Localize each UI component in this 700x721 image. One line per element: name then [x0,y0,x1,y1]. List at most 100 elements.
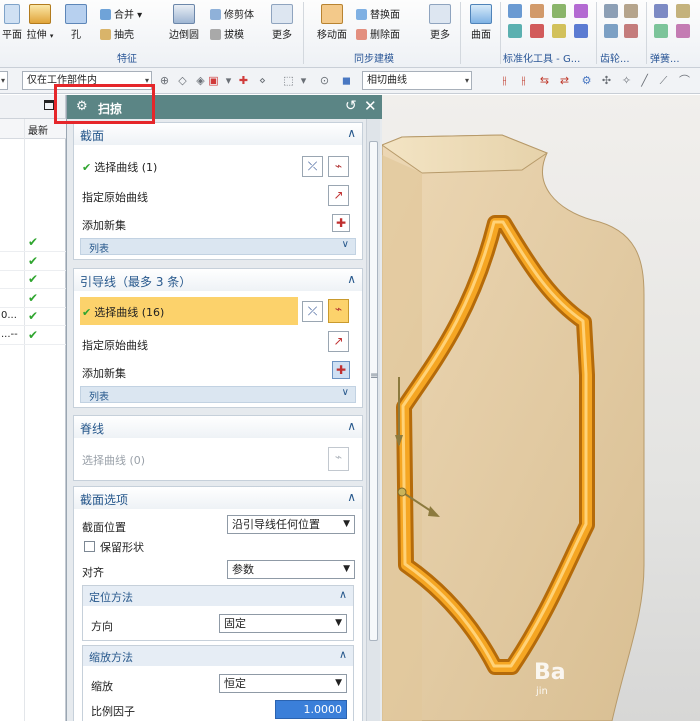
snap-point-icon[interactable]: ◇ [176,74,189,87]
snap-point-icon[interactable]: ◈ [194,74,207,87]
scrollbar-thumb[interactable] [369,141,378,641]
add-set-button[interactable]: ✚ [332,214,350,232]
collapse-icon[interactable]: ∧ [347,490,356,504]
snap-point-icon[interactable]: ✚ [237,74,250,87]
chevron-down-icon[interactable]: ▾ [222,74,235,87]
snap-point-icon[interactable]: ⊕ [158,74,171,87]
subsection-header[interactable]: 定位方法 ∧ [83,586,353,606]
scaling-method-group: 缩放方法 ∧ 缩放 恒定 ▼ 比例因子 1.0000 [82,645,354,721]
origin-curve-button[interactable]: ↗ [328,331,349,352]
rectangle-select-icon[interactable]: ⬚ [282,74,295,87]
delete-face-button[interactable]: 删除面 [356,26,400,41]
curve-tool-icon[interactable]: ⫲ [498,74,511,87]
curve-select-button[interactable]: ⌁ [328,299,349,323]
direction-select[interactable]: 固定 ▼ [219,614,347,633]
draft-button[interactable]: 拔模 [210,26,244,41]
curve-tool-icon[interactable]: ✣ [600,74,613,87]
hole-button[interactable]: 孔 [62,4,90,41]
origin-curve-button[interactable]: ↗ [328,185,349,206]
collapse-icon[interactable]: ∧ [339,588,347,601]
subsection-header[interactable]: 缩放方法 ∧ [83,646,353,666]
std-tool-icon[interactable] [530,24,544,38]
unite-button[interactable]: 合并 ▾ [100,6,142,21]
std-tool-icon[interactable] [530,4,544,18]
std-tool-icon[interactable] [508,4,522,18]
spring-tool-icon[interactable] [676,24,690,38]
more-button-2[interactable]: 更多 [426,4,454,41]
spring-tool-icon[interactable] [654,24,668,38]
reset-icon[interactable]: ↺ [345,98,357,114]
replace-face-button[interactable]: 替换面 [356,6,400,21]
collapse-icon[interactable]: ∧ [347,126,356,140]
maximize-icon[interactable] [44,100,54,110]
std-tool-icon[interactable] [508,24,522,38]
navigator-row[interactable]: ✔ [0,290,66,308]
scale-select[interactable]: 恒定 ▼ [219,674,347,693]
section-header[interactable]: 引导线（最多 3 条） ∧ [74,269,362,291]
reverse-direction-button[interactable]: ⤫ [302,301,323,322]
select-curve-row[interactable]: ✔ 选择曲线 (1) [82,159,157,175]
extrude-button[interactable]: 拉伸 ▾ [26,4,54,41]
close-icon[interactable]: ✕ [364,97,377,115]
navigator-row[interactable]: ...-- ✔ [0,327,66,345]
curve-tool-icon[interactable]: ⫲ [517,74,530,87]
surface-button[interactable]: 曲面 [466,4,496,41]
collapse-icon[interactable]: ∧ [339,648,347,661]
alignment-select[interactable]: 参数 ▼ [227,560,355,579]
curve-tool-icon[interactable]: ⌒ [678,74,691,87]
curve-tool-icon[interactable]: ⟋ [657,74,670,87]
section-location-select[interactable]: 沿引导线任何位置 ▼ [227,515,355,534]
collapse-icon[interactable]: ∧ [347,419,356,433]
gear-tool-icon[interactable] [604,24,618,38]
spring-tool-icon[interactable] [654,4,668,18]
navigator-row[interactable]: ✔ [0,234,66,252]
scale-factor-input[interactable]: 1.0000 [275,700,347,719]
curve-tool-icon[interactable]: ╱ [638,74,651,87]
navigator-row[interactable]: ✔ [0,253,66,271]
select-icon[interactable]: ▣ [207,74,220,87]
section-header[interactable]: 截面 ∧ [74,123,362,145]
std-tool-icon[interactable] [574,24,588,38]
gear-tool-icon[interactable] [624,24,638,38]
chevron-down-icon[interactable]: ▾ [297,74,310,87]
origin-handle[interactable] [397,487,407,497]
more-button-1[interactable]: 更多 [268,4,296,41]
more-icon [271,4,293,24]
edge-blend-button[interactable]: 边倒圆 [166,4,202,41]
move-face-button[interactable]: 移动面 [312,4,352,41]
graphics-viewport[interactable]: Ba jin [382,95,700,721]
spring-tool-icon[interactable] [676,4,690,18]
snap-point-icon[interactable]: ⊙ [318,74,331,87]
select-curve-row[interactable]: ✔ 选择曲线 (16) [82,304,164,320]
plane-button[interactable]: 平面 [0,4,24,41]
section-header[interactable]: 截面选项 ∧ [74,487,362,509]
gear-tool-icon[interactable] [604,4,618,18]
trim-body-button[interactable]: 修剪体 [210,6,254,21]
surface-icon [470,4,492,24]
more-icon [429,4,451,24]
navigator-row[interactable]: 0... ✔ [0,308,66,326]
curve-tool-icon[interactable]: ✧ [620,74,633,87]
collapse-icon[interactable]: ∧ [347,272,356,286]
shell-button[interactable]: 抽壳 [100,26,134,41]
reverse-direction-button[interactable]: ⤫ [302,156,323,177]
curve-tool-icon[interactable]: ⇄ [558,74,571,87]
section-header[interactable]: 脊线 ∧ [74,416,362,438]
list-toggle[interactable]: 列表 ∨ [80,238,356,255]
add-set-button[interactable]: ✚ [332,361,350,379]
std-tool-icon[interactable] [552,4,566,18]
navigator-row[interactable]: ✔ [0,271,66,289]
dialog-scrollbar[interactable]: ≡ [366,119,380,721]
curve-tool-icon[interactable]: ⇆ [538,74,551,87]
preserve-shape-checkbox[interactable] [84,541,95,552]
curve-tool-icon[interactable]: ⚙ [580,74,593,87]
std-tool-icon[interactable] [574,4,588,18]
type-filter-select[interactable]: ▾ [0,71,8,90]
curve-rule-select[interactable]: 相切曲线 ▾ [362,71,472,90]
list-toggle[interactable]: 列表 ∨ [80,386,356,403]
curve-select-button[interactable]: ⌁ [328,156,349,177]
gear-tool-icon[interactable] [624,4,638,18]
snap-point-icon[interactable]: ⋄ [256,74,269,87]
std-tool-icon[interactable] [552,24,566,38]
cube-icon[interactable]: ◼ [340,74,353,87]
